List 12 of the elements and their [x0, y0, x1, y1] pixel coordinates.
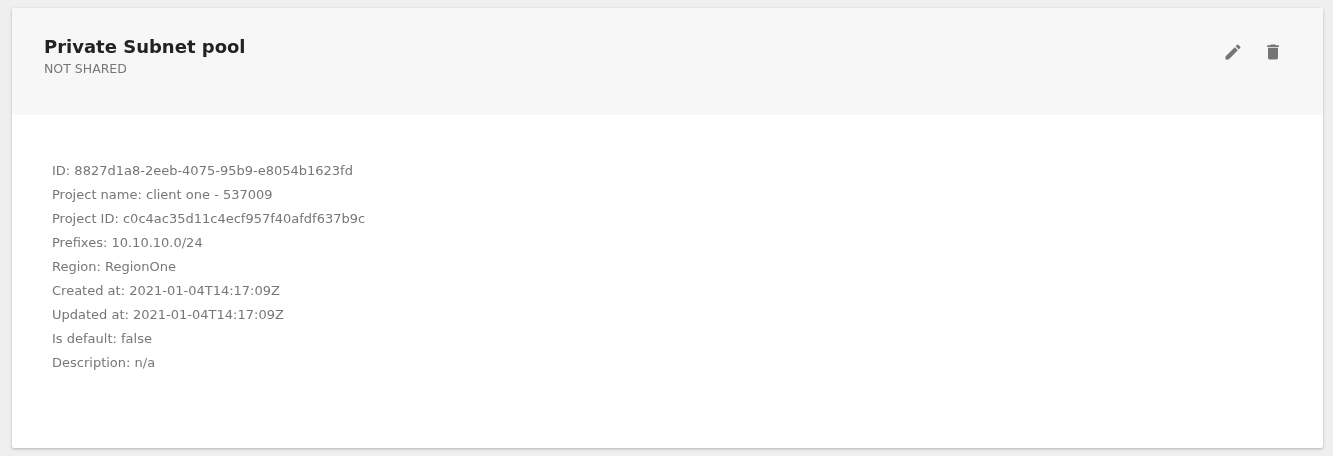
- detail-text: Region: RegionOne: [52, 258, 177, 276]
- detail-text: Created at: 2021-01-04T14:17:09Z: [52, 282, 281, 300]
- card-subtitle: NOT SHARED: [44, 61, 128, 76]
- detail-text: Is default: false: [52, 330, 153, 348]
- detail-text: Project ID: c0c4ac35d11c4ecf957f40afdf637b9c: [52, 210, 367, 228]
- detail-text: ID: 8827d1a8-2eeb-4075-95b9-e8054b1623fd: [52, 162, 354, 180]
- detail-text: Project name: client one - 537009: [52, 186, 274, 204]
- card-title: Private Subnet pool: [44, 36, 246, 57]
- detail-text: Prefixes: 10.10.10.0/24: [52, 234, 204, 252]
- detail-text: Updated at: 2021-01-04T14:17:09Z: [52, 306, 285, 324]
- pencil-icon: [1223, 42, 1243, 62]
- detail-text: Description: n/a: [52, 354, 157, 372]
